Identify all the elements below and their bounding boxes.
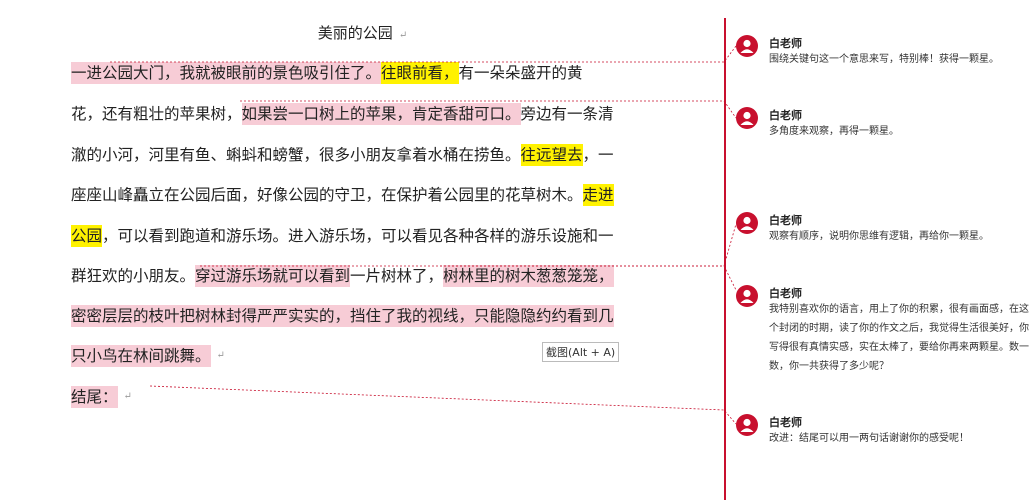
document-line[interactable]: 结尾： ↵ <box>71 386 611 408</box>
highlight-yellow-text: 往眼前看， <box>381 62 459 84</box>
document-line[interactable]: 只小鸟在林间跳舞。 ↵ <box>71 345 611 367</box>
body-text: 座座山峰矗立在公园后面，好像公园的守卫，在保护着公园里的花草树木。 <box>71 186 583 204</box>
highlight-yellow-text: 往远望去 <box>520 144 583 166</box>
comment-text: 我特别喜欢你的语言，用上了你的积累，很有画面感，在这个封闭的时期，读了你的作文之… <box>769 304 1029 372</box>
body-text: 群狂欢的小朋友。 <box>71 267 196 285</box>
comment-highlight-text: 结尾： <box>71 386 118 408</box>
document-line[interactable]: 密密层层的枝叶把树林封得严严实实的，挡住了我的视线，只能隐隐约约看到几 <box>71 305 614 327</box>
body-text: 旁边有一条清 <box>520 105 614 123</box>
comment-text: 多角度来观察，再得一颗星。 <box>769 126 899 137</box>
comment-highlight-text: 一进公园大门，我就被眼前的景色吸引住了。 <box>71 62 382 84</box>
document-line[interactable]: 花，还有粗壮的苹果树， 如果尝一口树上的苹果，肯定香甜可口。 旁边有一条清 <box>71 103 614 125</box>
paragraph-mark-icon: ↵ <box>123 391 132 402</box>
screenshot-tooltip: 截图(Alt + A) <box>542 342 620 362</box>
comment-highlight-text: 密密层层的枝叶把树林封得严严实实的，挡住了我的视线，只能隐隐约约看到几 <box>71 305 614 327</box>
comment-highlight-text: 树林里的树木葱葱笼笼， <box>443 265 614 287</box>
comment-highlight-text: 穿过游乐场就可以看到 <box>195 265 351 287</box>
paragraph-mark-icon: ↵ <box>398 30 408 41</box>
document-title-line: 美丽的公园 ↵ <box>0 22 725 43</box>
body-text: 澈的小河，河里有鱼、蝌蚪和螃蟹，很多小朋友拿着水桶在捞鱼。 <box>71 146 521 164</box>
comment-author: 白老师 <box>769 214 802 227</box>
highlight-yellow-text: 走进 <box>582 184 614 206</box>
comment-author: 白老师 <box>769 287 802 300</box>
comment-text: 改进：结尾可以用一两句话谢谢你的感受呢！ <box>769 433 969 444</box>
document-line[interactable]: 公园 ，可以看到跑道和游乐场。进入游乐场，可以看见各种各样的游乐设施和一 <box>71 225 614 247</box>
user-avatar-icon <box>736 414 758 436</box>
comment-text: 围绕关键句这一个意思来写，特别棒！获得一颗星。 <box>769 54 999 65</box>
comment-author: 白老师 <box>769 109 802 122</box>
document-line[interactable]: 澈的小河，河里有鱼、蝌蚪和螃蟹，很多小朋友拿着水桶在捞鱼。 往远望去 ，一 <box>71 144 614 166</box>
body-text: 有一朵朵盛开的黄 <box>458 64 583 82</box>
comment-author: 白老师 <box>769 416 802 429</box>
paragraph-mark-icon: ↵ <box>216 350 225 361</box>
document-line[interactable]: 一进公园大门，我就被眼前的景色吸引住了。 往眼前看， 有一朵朵盛开的黄 <box>71 62 611 84</box>
document-title: 美丽的公园 <box>317 24 393 42</box>
body-text: ，一 <box>582 146 614 164</box>
comment-highlight-text: 如果尝一口树上的苹果，肯定香甜可口。 <box>241 103 521 125</box>
body-text: 花，还有粗壮的苹果树， <box>71 105 242 123</box>
comment-author: 白老师 <box>769 37 802 50</box>
user-avatar-icon <box>736 107 758 129</box>
comment-text: 观察有顺序，说明你思维有逻辑，再给你一颗星。 <box>769 231 989 242</box>
document-line[interactable]: 群狂欢的小朋友。 穿过游乐场就可以看到 一片树林了， 树林里的树木葱葱笼笼， <box>71 265 614 287</box>
comment-pane-divider <box>724 18 726 500</box>
user-avatar-icon <box>736 212 758 234</box>
document-page[interactable]: 美丽的公园 ↵ 一进公园大门，我就被眼前的景色吸引住了。 往眼前看， 有一朵朵盛开的黄… <box>0 0 725 500</box>
body-text: 一片树林了， <box>350 267 444 285</box>
highlight-yellow-text: 公园 <box>71 225 103 247</box>
body-text: ，可以看到跑道和游乐场。进入游乐场，可以看见各种各样的游乐设施和一 <box>102 227 614 245</box>
document-line[interactable]: 座座山峰矗立在公园后面，好像公园的守卫，在保护着公园里的花草树木。 走进 <box>71 184 614 206</box>
comment-highlight-text: 只小鸟在林间跳舞。 <box>71 345 211 367</box>
user-avatar-icon <box>736 35 758 57</box>
user-avatar-icon <box>736 285 758 307</box>
